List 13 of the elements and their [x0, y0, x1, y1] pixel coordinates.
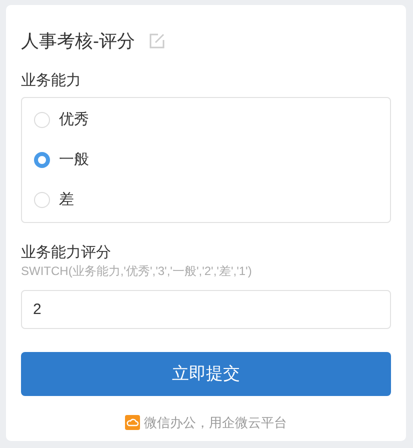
cloud-logo-icon	[125, 415, 140, 430]
option-label[interactable]: 差	[59, 188, 74, 212]
formula-hint: SWITCH(业务能力,'优秀','3','一般','2','差','1')	[21, 263, 253, 279]
form-title: 人事考核-评分	[21, 30, 135, 53]
option-label[interactable]: 一般	[59, 148, 89, 172]
option-label[interactable]: 优秀	[59, 108, 89, 132]
input-field[interactable]: 2	[21, 290, 391, 329]
field-label: 业务能力	[21, 71, 82, 91]
field-label: 业务能力评分	[21, 243, 112, 263]
radio-button[interactable]	[34, 152, 50, 168]
footer-text: 微信办公，用企微云平台	[144, 414, 287, 432]
submit-button[interactable]: 立即提交	[21, 352, 391, 396]
edit-icon[interactable]	[149, 33, 165, 49]
